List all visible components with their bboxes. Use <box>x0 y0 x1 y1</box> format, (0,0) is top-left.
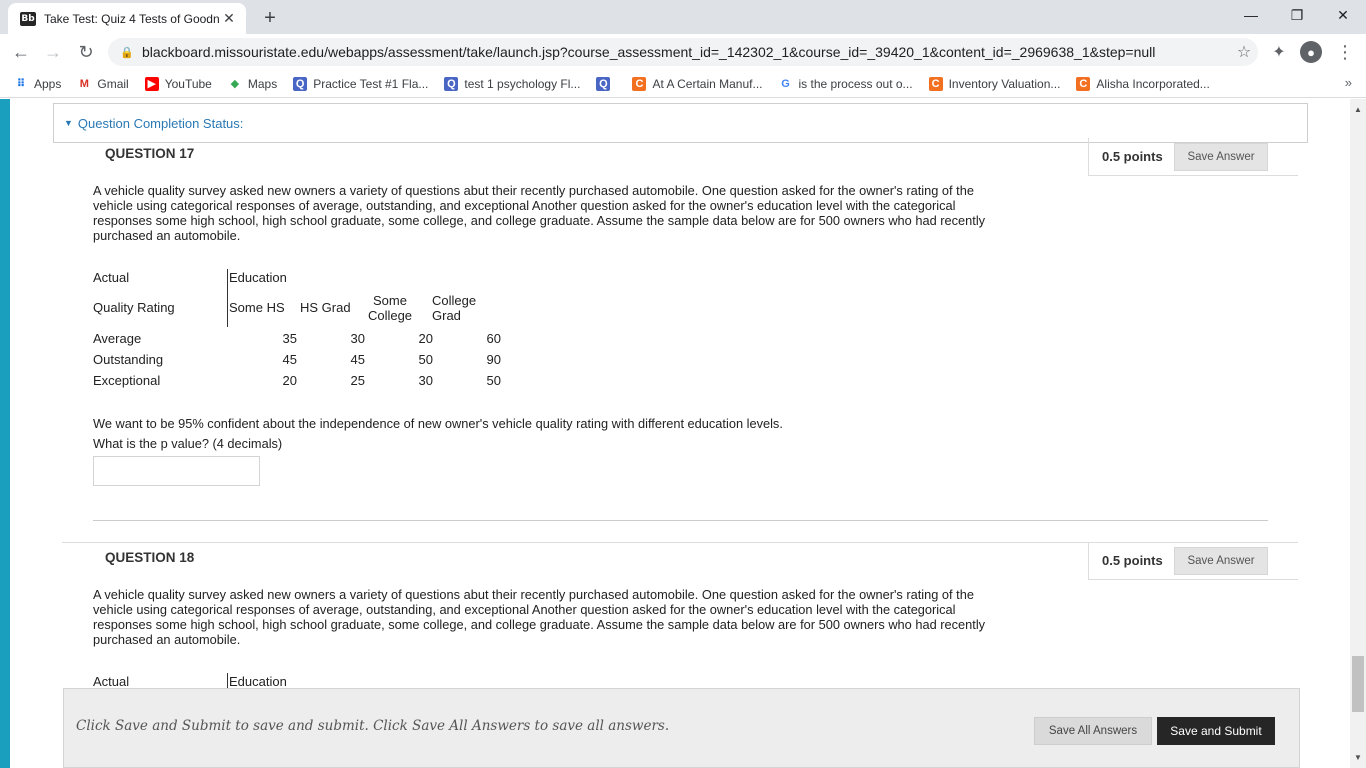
youtube-icon: ▶ <box>144 76 159 91</box>
close-tab-icon[interactable]: ✕ <box>220 10 238 28</box>
new-tab-plus-icon[interactable]: + <box>258 6 282 30</box>
save-all-answers-button[interactable]: Save All Answers <box>1034 717 1152 745</box>
quizlet-icon: Q <box>293 76 308 91</box>
minimize-icon[interactable]: — <box>1228 0 1274 30</box>
scroll-up-arrow-icon[interactable]: ▲ <box>1354 105 1362 114</box>
chegg-icon: C <box>1076 76 1091 91</box>
bookmark-youtube[interactable]: ▶ YouTube <box>137 72 220 96</box>
menu-kebab-icon[interactable]: ⋮ <box>1333 40 1357 64</box>
submit-instructions: Click Save and Submit to save and submit… <box>76 718 670 734</box>
back-arrow-icon[interactable]: ← <box>8 39 34 65</box>
chevron-down-icon: ▼ <box>64 118 73 128</box>
question-18-points-panel: 0.5 points Save Answer <box>1088 542 1298 580</box>
table-cell: 50 <box>418 352 433 367</box>
question-17-title: QUESTION 17 <box>105 146 195 161</box>
table-row-header-actual: Actual <box>93 270 130 285</box>
bookmark-alisha[interactable]: C Alisha Incorporated... <box>1068 72 1217 96</box>
table-cell: 35 <box>282 331 297 346</box>
page-content: ▼ Question Completion Status: QUESTION 1… <box>0 99 1366 768</box>
table-cell: 50 <box>486 373 501 388</box>
bookmark-psychology[interactable]: Qtest 1 psychology Fl... <box>436 72 588 96</box>
chegg-icon: C <box>632 76 647 91</box>
table-row-header-quality: Quality Rating <box>93 300 175 315</box>
lock-icon: 🔒 <box>120 46 134 59</box>
chegg-icon: C <box>928 76 943 91</box>
course-accent-bar <box>0 99 10 768</box>
question-17-points-panel: 0.5 points Save Answer <box>1088 138 1298 176</box>
table-cell: 60 <box>486 331 501 346</box>
table-row-label: Outstanding <box>93 352 164 367</box>
bookmark-maps[interactable]: ◆ Maps <box>220 72 285 96</box>
blackboard-favicon-icon: Bb <box>20 11 36 26</box>
gmail-icon: M <box>79 77 89 90</box>
question-18-text: A vehicle quality survey asked new owner… <box>93 587 986 647</box>
table-cell: 25 <box>350 373 365 388</box>
bookmark-star-icon[interactable]: ☆ <box>1230 42 1258 62</box>
submit-footer: Click Save and Submit to save and submit… <box>63 688 1300 768</box>
scroll-down-arrow-icon[interactable]: ▼ <box>1354 753 1362 762</box>
bookmark-practice-test[interactable]: Q Practice Test #1 Fla... <box>285 72 436 96</box>
apps-grid-icon: ⠿ <box>16 78 26 90</box>
restore-icon[interactable]: ❐ <box>1274 0 1320 30</box>
question-18-title: QUESTION 18 <box>105 550 195 565</box>
question-17-prompt-confidence: We want to be 95% confident about the in… <box>93 416 783 431</box>
table-cell: 30 <box>418 373 433 388</box>
window-close-icon[interactable]: ✕ <box>1320 0 1366 30</box>
table-cell: 90 <box>486 352 501 367</box>
address-bar[interactable]: 🔒 blackboard.missouristate.edu/webapps/a… <box>108 38 1258 66</box>
reload-icon[interactable]: ↻ <box>73 39 99 65</box>
table-divider <box>227 269 228 327</box>
question-17-save-answer-button[interactable]: Save Answer <box>1174 142 1268 171</box>
table-col-header: Some HS <box>229 300 285 315</box>
question-17-text: A vehicle quality survey asked new owner… <box>93 183 986 243</box>
status-label: Question Completion Status: <box>77 115 244 131</box>
bookmark-inventory[interactable]: C Inventory Valuation... <box>921 72 1069 96</box>
page-scrollbar[interactable]: ▲ ▼ <box>1350 99 1366 768</box>
tab-strip: Bb Take Test: Quiz 4 Tests of Goodne ✕ +… <box>0 0 1366 34</box>
table-col-header: College Grad <box>432 293 477 323</box>
question-18-points: 0.5 points <box>1102 553 1163 568</box>
quizlet-icon: Q <box>444 76 459 91</box>
bookmark-gmail[interactable]: M Gmail <box>69 72 136 96</box>
table-col-header: Some College <box>367 293 413 323</box>
question-18-save-answer-button[interactable]: Save Answer <box>1174 546 1268 575</box>
question-17-answer-input[interactable] <box>93 456 260 486</box>
more-bookmarks-chevron-icon[interactable]: » <box>1345 75 1352 90</box>
quizlet-icon: Q <box>596 76 611 91</box>
table-col-header: HS Grad <box>300 300 351 315</box>
table-cell: 45 <box>282 352 297 367</box>
question-divider <box>93 520 1268 521</box>
table-col-group-education: Education <box>229 270 287 285</box>
profile-avatar-icon[interactable]: ● <box>1300 41 1322 63</box>
bookmark-process[interactable]: Gis the process out o... <box>771 72 921 96</box>
question-17-points: 0.5 points <box>1102 149 1163 164</box>
extensions-puzzle-icon[interactable]: ✦ <box>1267 40 1291 64</box>
table-row-header-actual: Actual <box>93 674 130 689</box>
url-text: blackboard.missouristate.edu/webapps/ass… <box>142 44 1156 60</box>
bookmark-quizlet[interactable]: Q <box>588 72 624 96</box>
bookmark-apps[interactable]: ⠿ Apps <box>0 72 69 96</box>
bookmark-certain-manuf[interactable]: C At A Certain Manuf... <box>624 72 770 96</box>
forward-arrow-icon[interactable]: → <box>40 39 66 65</box>
question-17-prompt-pvalue: What is the p value? (4 decimals) <box>93 436 283 451</box>
table-row-label: Average <box>93 331 142 346</box>
browser-toolbar: ← → ↻ 🔒 blackboard.missouristate.edu/web… <box>0 34 1366 70</box>
bookmarks-bar: ⠿ Apps M Gmail ▶ YouTube ◆ Maps Q Practice Te… <box>0 70 1366 98</box>
table-cell: 45 <box>350 352 365 367</box>
table-cell: 30 <box>350 331 365 346</box>
table-col-group-education: Education <box>229 674 287 689</box>
save-and-submit-button[interactable]: Save and Submit <box>1157 717 1275 745</box>
question-completion-status[interactable]: ▼ Question Completion Status: <box>53 103 1308 143</box>
table-cell: 20 <box>282 373 297 388</box>
tab-title: Take Test: Quiz 4 Tests of Goodne <box>44 11 220 26</box>
scrollbar-thumb[interactable] <box>1352 656 1364 712</box>
table-row-label: Exceptional <box>93 373 161 388</box>
google-icon: G <box>781 77 790 90</box>
browser-tab[interactable]: Bb Take Test: Quiz 4 Tests of Goodne ✕ <box>8 3 246 34</box>
table-cell: 20 <box>418 331 433 346</box>
maps-icon: ◆ <box>230 78 240 90</box>
